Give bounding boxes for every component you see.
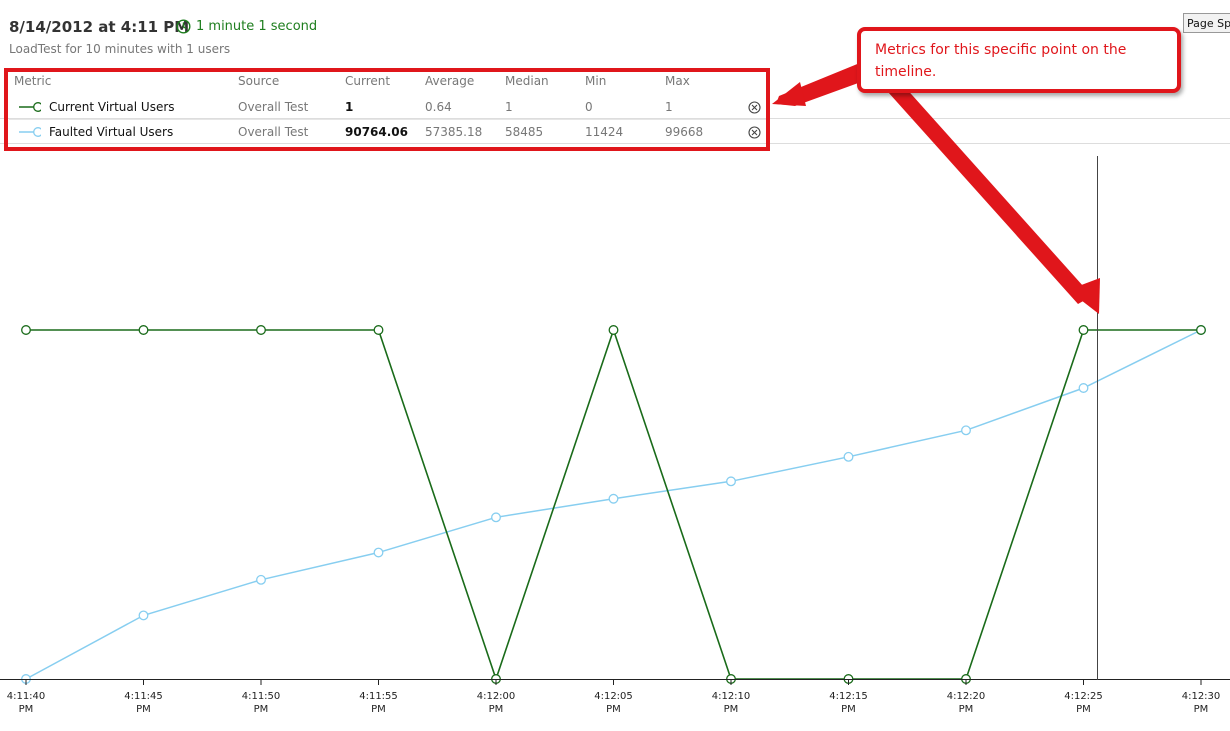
duration-text: 1 minute 1 second — [196, 19, 318, 34]
x-tick-label: PM — [841, 704, 856, 715]
callout-arrow-left-head — [772, 82, 806, 106]
data-point[interactable] — [608, 325, 619, 335]
x-tick-label: PM — [19, 704, 34, 715]
data-point[interactable] — [843, 451, 854, 462]
x-tick-label: PM — [371, 704, 386, 715]
x-tick-label: 4:12:00 — [477, 691, 516, 702]
x-tick-label: PM — [1194, 704, 1209, 715]
x-tick-label: 4:12:10 — [712, 691, 751, 702]
series-line-faulted-virtual-users — [25, 329, 1202, 680]
x-tick-label: 4:12:30 — [1182, 691, 1221, 702]
clock-icon — [176, 19, 191, 34]
x-tick-label: 4:11:45 — [124, 691, 163, 702]
x-tick-label: PM — [136, 704, 151, 715]
data-point[interactable] — [1078, 325, 1089, 335]
x-tick-label: PM — [489, 704, 504, 715]
data-point[interactable] — [843, 674, 854, 684]
data-point[interactable] — [726, 476, 736, 487]
x-tick-label: 4:12:15 — [829, 691, 868, 702]
data-point[interactable] — [138, 610, 149, 621]
series-line-current-virtual-users — [26, 327, 1201, 682]
data-point[interactable] — [491, 512, 501, 523]
x-tick-label: 4:11:55 — [359, 691, 398, 702]
data-point[interactable] — [373, 547, 384, 558]
data-point[interactable] — [21, 325, 31, 335]
data-point[interactable] — [21, 674, 31, 684]
data-point[interactable] — [1196, 325, 1206, 335]
data-point[interactable] — [491, 674, 501, 684]
x-tick-label: PM — [1076, 704, 1091, 715]
x-tick-label: 4:12:20 — [947, 691, 986, 702]
page-subtitle: LoadTest for 10 minutes with 1 users — [9, 42, 231, 56]
data-point[interactable] — [256, 325, 266, 335]
duration: 1 minute 1 second — [176, 19, 317, 34]
x-tick-label: PM — [606, 704, 621, 715]
data-point[interactable] — [961, 674, 971, 684]
data-point[interactable] — [1196, 325, 1206, 335]
data-point[interactable] — [726, 674, 736, 684]
data-point[interactable] — [373, 325, 384, 335]
page-speed-button[interactable]: Page Speed — [1183, 13, 1230, 33]
data-point[interactable] — [961, 425, 971, 436]
x-tick-label: 4:12:05 — [594, 691, 633, 702]
data-point[interactable] — [256, 574, 266, 585]
metrics-highlight-box — [4, 68, 770, 151]
data-point[interactable] — [138, 325, 149, 335]
x-tick-label: PM — [959, 704, 974, 715]
x-tick-label: 4:11:40 — [7, 691, 46, 702]
callout-arrow-down-head — [1068, 278, 1100, 314]
x-tick-label: 4:11:50 — [242, 691, 281, 702]
data-point[interactable] — [1078, 383, 1089, 393]
x-tick-label: PM — [254, 704, 269, 715]
data-point[interactable] — [608, 493, 619, 504]
page-title: 8/14/2012 at 4:11 PM — [9, 18, 190, 36]
x-tick-label: PM — [724, 704, 739, 715]
x-tick-label: 4:12:25 — [1064, 691, 1103, 702]
callout-box: Metrics for this specific point on the t… — [857, 27, 1181, 93]
